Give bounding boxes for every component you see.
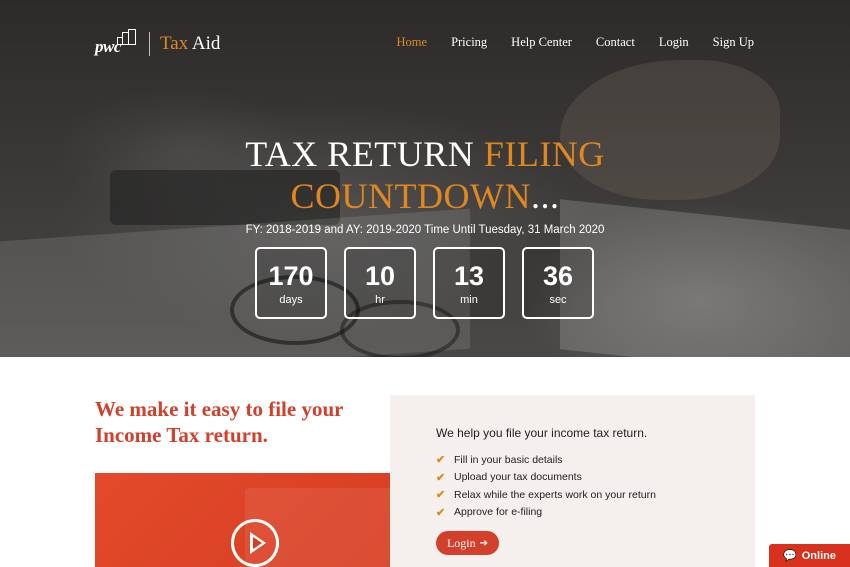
hero-photo-chart-paper [560,199,850,357]
features-headline: We make it easy to file your Income Tax … [95,396,395,448]
pwc-logo-icon: pwc [95,29,141,59]
features-headline-line-2: Income Tax return. [95,423,268,447]
chat-bubble-icon: 💬 [783,550,797,562]
check-icon: ✔ [436,471,446,484]
play-icon[interactable] [231,519,279,567]
hero-title-accent: FILING [483,134,605,174]
list-item-label: Upload your tax documents [454,471,582,484]
countdown-minutes: 13 min [433,247,505,319]
main-nav: Home Pricing Help Center Contact Login S… [373,35,755,50]
arrow-right-icon: ➔ [479,537,489,549]
site-logo[interactable]: pwc Tax Aid [95,26,220,62]
nav-help-center[interactable]: Help Center [511,35,572,50]
nav-home[interactable]: Home [397,35,428,50]
nav-pricing[interactable]: Pricing [451,35,487,50]
online-chat-label: Online [801,549,836,562]
list-item-label: Approve for e-filing [454,506,543,519]
countdown-subtitle: FY: 2018-2019 and AY: 2019-2020 Time Unt… [245,224,605,236]
check-icon: ✔ [436,454,446,467]
countdown-days: 170 days [255,247,327,319]
login-button-label: Login [446,535,476,550]
hero-title-line-2: COUNTDOWN... [0,175,850,217]
features-list: ✔ Fill in your basic details ✔ Upload your… [436,451,656,521]
hero-banner: pwc Tax Aid Home Pricing Help Center Con… [0,0,850,357]
countdown-value: 13 [453,260,485,291]
list-item: ✔ Upload your tax documents [436,469,656,487]
logo-divider [149,32,150,56]
countdown-unit: hr [375,293,385,306]
online-chat-button[interactable]: 💬 Online [769,544,850,567]
countdown-hours: 10 hr [344,247,416,319]
features-intro: We help you file your income tax return. [436,426,648,440]
brand-name-tax: Tax [160,33,189,54]
hero-title-part: TAX RETURN [245,134,484,174]
countdown-timer: 170 days 10 hr 13 min 36 sec [255,247,594,319]
nav-contact[interactable]: Contact [596,35,635,50]
check-icon: ✔ [436,489,446,502]
list-item: ✔ Approve for e-filing [436,504,656,522]
login-button[interactable]: Login ➔ [436,531,499,555]
list-item: ✔ Relax while the experts work on your re… [436,486,656,504]
hero-title-line-1: TAX RETURN FILING [0,133,850,175]
features-card: We help you file your income tax return.… [390,395,755,567]
nav-login[interactable]: Login [659,35,689,50]
countdown-unit: days [279,293,303,306]
countdown-unit: min [460,293,478,306]
check-icon: ✔ [436,506,446,519]
intro-video[interactable] [95,473,415,567]
brand-name-aid: Aid [188,33,221,54]
pwc-wordmark: pwc [95,37,121,56]
countdown-seconds: 36 sec [522,247,594,319]
list-item: ✔ Fill in your basic details [436,451,656,469]
countdown-value: 36 [542,260,574,291]
hero-title-ellipsis: ... [530,176,560,216]
list-item-label: Relax while the experts work on your ret… [454,488,656,501]
brand-name: Tax Aid [160,33,220,55]
nav-sign-up[interactable]: Sign Up [713,35,754,50]
countdown-unit: sec [549,293,567,306]
list-item-label: Fill in your basic details [454,453,563,466]
countdown-value: 10 [364,260,396,291]
features-headline-line-1: We make it easy to file your [95,397,344,421]
hero-title-accent: COUNTDOWN [290,176,531,216]
countdown-value: 170 [268,260,314,291]
